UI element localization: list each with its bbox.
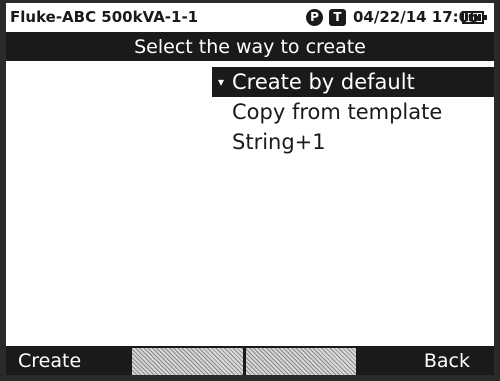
p-badge-icon: P (306, 9, 323, 26)
screen-title: Select the way to create (6, 34, 494, 61)
menu-item-label: Create by default (232, 70, 415, 94)
content-area: ▾ Create by default Copy from template S… (6, 61, 494, 346)
menu-item-create-by-default[interactable]: ▾ Create by default (212, 67, 494, 97)
battery-cell (465, 14, 469, 21)
battery-cell (477, 14, 481, 21)
back-softkey[interactable]: Back (359, 348, 494, 375)
battery-cell (473, 14, 477, 21)
t-badge-icon: T (329, 9, 346, 26)
selection-arrow-icon: ▾ (218, 75, 225, 89)
softkey-bar: Create Back (6, 346, 494, 375)
battery-full-icon (462, 11, 484, 24)
create-softkey[interactable]: Create (6, 348, 129, 375)
date-time: 04/22/14 17:05 (353, 8, 480, 26)
battery-cell (469, 14, 473, 21)
device-bezel: Fluke-ABC 500kVA-1-1 P T 04/22/14 17:05 … (0, 0, 500, 381)
device-name: Fluke-ABC 500kVA-1-1 (10, 8, 199, 26)
menu-item-copy-from-template[interactable]: Copy from template (212, 97, 494, 127)
empty-softkey-2 (131, 348, 243, 375)
status-bar: Fluke-ABC 500kVA-1-1 P T 04/22/14 17:05 (6, 3, 494, 34)
empty-softkey-3 (245, 348, 357, 375)
menu-item-label: Copy from template (232, 100, 443, 124)
battery-tip (484, 15, 487, 20)
menu-item-label: String+1 (232, 130, 326, 154)
lcd-screen: Fluke-ABC 500kVA-1-1 P T 04/22/14 17:05 … (6, 3, 494, 375)
menu-item-string-plus-one[interactable]: String+1 (212, 127, 494, 157)
create-method-menu: ▾ Create by default Copy from template S… (212, 67, 494, 157)
